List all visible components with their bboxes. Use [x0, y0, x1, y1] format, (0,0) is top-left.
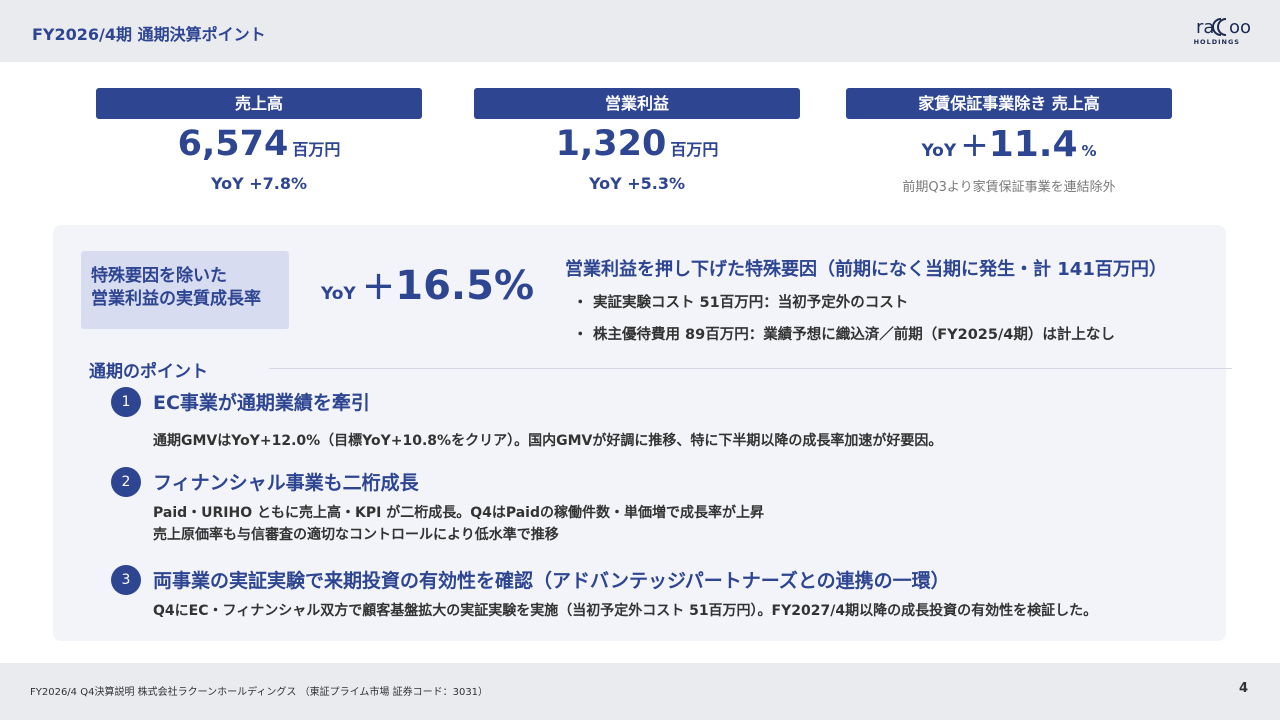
number-badge: 2	[111, 467, 141, 497]
number-badge: 3	[111, 565, 141, 595]
page-number: 4	[1238, 681, 1248, 696]
divider	[269, 368, 1232, 369]
footer-text: FY2026/4 Q4決算説明 株式会社ラクーンホールディングス （東証プライム…	[30, 687, 489, 698]
point-body-line: Q4にEC・フィナンシャル双方で顧客基盤拡大の実証実験を実施（当初予定外コスト …	[153, 603, 1098, 619]
kpi-unit: 百万円	[670, 140, 719, 159]
kpi-sales: 売上高 6,574 百万円 YoY +7.8%	[96, 88, 422, 193]
kpi-operating-profit: 営業利益 1,320 百万円 YoY +5.3%	[474, 88, 800, 193]
point-title: 両事業の実証実験で来期投資の有効性を確認（アドバンテッジパートナーズとの連携の一…	[153, 570, 950, 592]
bullet-icon: ・	[573, 295, 588, 311]
list-item: ・株主優待費用 89百万円：業績予想に織込済／前期（FY2025/4期）は計上な…	[565, 323, 1205, 344]
bullet-icon: ・	[573, 327, 588, 343]
kpi-note: 前期Q3より家賃保証事業を連結除外	[902, 180, 1116, 195]
special-yoy-value: 16.5%	[395, 263, 535, 309]
kpi-value: 6,574	[177, 124, 289, 164]
point-body: Paid・URIHO ともに売上高・KPI が二桁成長。Q4はPaidの稼働件数…	[153, 502, 764, 546]
point-body: Q4にEC・フィナンシャル双方で顧客基盤拡大の実証実験を実施（当初予定外コスト …	[153, 600, 1097, 622]
kpi-plus-sign: +	[960, 125, 989, 165]
factor-text: 実証実験コスト 51百万円：当初予定外のコスト	[593, 295, 909, 311]
footer-bar: FY2026/4 Q4決算説明 株式会社ラクーンホールディングス （東証プライム…	[0, 663, 1280, 720]
points-header: 通期のポイント	[89, 357, 1232, 382]
raccoon-logo: ra oon HOLDINGS	[1178, 14, 1252, 48]
point-title: フィナンシャル事業も二桁成長	[153, 472, 419, 494]
kpi-label: 家賃保証事業除き 売上高	[846, 88, 1172, 119]
point-title: EC事業が通期業績を牽引	[153, 392, 370, 414]
special-yoy-label: YoY	[321, 284, 356, 304]
logo-mark-icon: ra oon	[1196, 17, 1252, 38]
kpi-value-row: 1,320 百万円	[474, 124, 800, 168]
kpi-value-row: YoY +11.4%	[846, 124, 1172, 168]
special-yoy: YoY +16.5%	[321, 263, 534, 309]
factor-text: 株主優待費用 89百万円：業績予想に織込済／前期（FY2025/4期）は計上なし	[593, 327, 1115, 343]
list-item: ・実証実験コスト 51百万円：当初予定外のコスト	[565, 291, 1205, 312]
special-factors: 営業利益を押し下げた特殊要因（前期になく当期に発生・計 141百万円） ・実証実…	[565, 255, 1205, 355]
factors-title: 営業利益を押し下げた特殊要因（前期になく当期に発生・計 141百万円）	[565, 259, 1167, 280]
kpi-yoy: YoY +7.8%	[210, 174, 308, 193]
kpi-label: 売上高	[96, 88, 422, 119]
point-body-line: Paid・URIHO ともに売上高・KPI が二桁成長。Q4はPaidの稼働件数…	[153, 505, 764, 521]
svg-text:oon: oon	[1229, 17, 1252, 38]
point-body: 通期GMVはYoY+12.0%（目標YoY+10.8%をクリア）。国内GMVが好…	[153, 430, 942, 452]
header-bar: FY2026/4期 通期決算ポイント ra oon HOLDINGS	[0, 0, 1280, 62]
kpi-value-row: 6,574 百万円	[96, 124, 422, 168]
special-box-line: 特殊要因を除いた	[91, 266, 227, 286]
kpi-yoy: YoY +5.3%	[588, 174, 686, 193]
number-badge: 1	[111, 387, 141, 417]
kpi-unit: 百万円	[292, 140, 341, 159]
special-factor-box: 特殊要因を除いた 営業利益の実質成長率	[81, 251, 289, 329]
point-body-line: 通期GMVはYoY+12.0%（目標YoY+10.8%をクリア）。国内GMVが好…	[153, 433, 943, 449]
kpi-value: 1,320	[555, 124, 667, 164]
summary-panel: 特殊要因を除いた 営業利益の実質成長率 YoY +16.5% 営業利益を押し下げた…	[53, 225, 1232, 641]
page-title: FY2026/4期 通期決算ポイント	[32, 25, 266, 44]
points-title: 通期のポイント	[89, 362, 208, 382]
kpi-unit: %	[1081, 142, 1097, 160]
special-plus-sign: +	[361, 263, 396, 309]
kpi-sales-ex-rent-guarantee: 家賃保証事業除き 売上高 YoY +11.4% 前期Q3より家賃保証事業を連結除外	[846, 88, 1172, 195]
kpi-yoy-label: YoY	[921, 141, 957, 161]
special-box-line: 営業利益の実質成長率	[91, 289, 261, 309]
kpi-label: 営業利益	[474, 88, 800, 119]
factors-list: ・実証実験コスト 51百万円：当初予定外のコスト ・株主優待費用 89百万円：業…	[565, 291, 1205, 344]
logo-subtext: HOLDINGS	[1193, 38, 1240, 46]
svg-text:ra: ra	[1196, 17, 1214, 38]
kpi-value: 11.4	[988, 124, 1078, 165]
point-body-line: 売上原価率も与信審査の適切なコントロールにより低水準で推移	[153, 527, 559, 543]
